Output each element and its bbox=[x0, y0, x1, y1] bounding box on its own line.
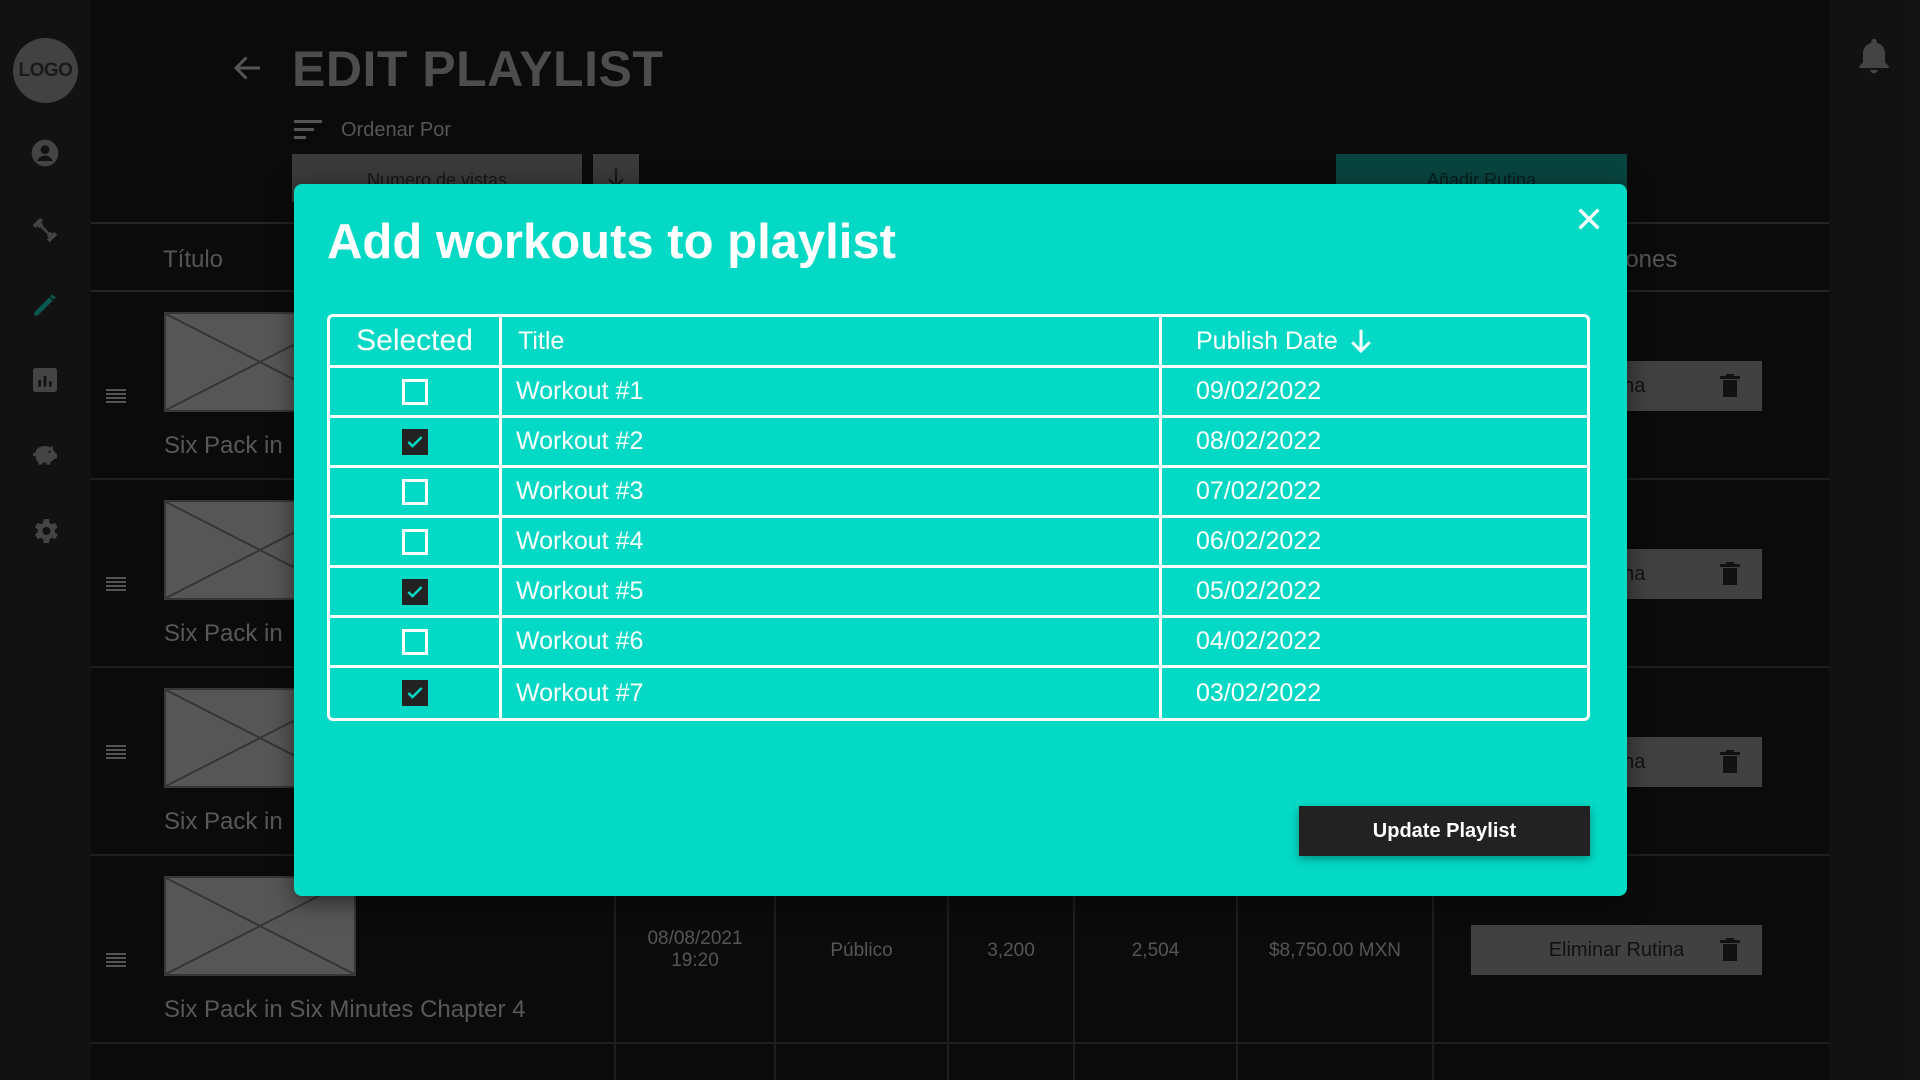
checkbox-checked[interactable] bbox=[401, 680, 428, 706]
column-selected: Selected bbox=[330, 317, 502, 365]
workout-date: 03/02/2022 bbox=[1196, 678, 1322, 707]
checkbox[interactable] bbox=[401, 628, 428, 655]
column-title: Title bbox=[502, 317, 1162, 365]
column-publish-date-label: Publish Date bbox=[1196, 326, 1338, 355]
workout-row[interactable]: Workout #1 09/02/2022 bbox=[330, 368, 1587, 418]
workout-date: 08/02/2022 bbox=[1196, 427, 1322, 455]
check-icon bbox=[406, 687, 423, 699]
close-icon[interactable] bbox=[1573, 203, 1605, 235]
table-header-row: Selected Title Publish Date bbox=[330, 317, 1587, 368]
workout-title: Workout #1 bbox=[502, 368, 1162, 415]
workout-date: 06/02/2022 bbox=[1196, 527, 1322, 555]
checkbox[interactable] bbox=[401, 378, 428, 405]
checkbox-checked[interactable] bbox=[401, 578, 428, 605]
workout-date: 07/02/2022 bbox=[1196, 477, 1322, 505]
workouts-table: Selected Title Publish Date Workout #1 0… bbox=[327, 314, 1590, 721]
column-publish-date[interactable]: Publish Date bbox=[1162, 317, 1587, 365]
workout-title: Workout #5 bbox=[502, 568, 1162, 615]
workout-title: Workout #7 bbox=[502, 668, 1162, 718]
workout-title: Workout #4 bbox=[502, 518, 1162, 565]
workout-row[interactable]: Workout #4 06/02/2022 bbox=[330, 518, 1587, 568]
workout-row[interactable]: Workout #7 03/02/2022 bbox=[330, 668, 1587, 718]
workout-date: 09/02/2022 bbox=[1196, 377, 1322, 405]
workout-row[interactable]: Workout #2 08/02/2022 bbox=[330, 418, 1587, 468]
check-icon bbox=[406, 435, 423, 448]
workout-date: 04/02/2022 bbox=[1196, 627, 1322, 655]
check-icon bbox=[406, 585, 423, 598]
checkbox-checked[interactable] bbox=[401, 428, 428, 455]
workout-title: Workout #6 bbox=[502, 618, 1162, 665]
workout-date: 05/02/2022 bbox=[1196, 577, 1322, 605]
update-playlist-button[interactable]: Update Playlist bbox=[1299, 806, 1590, 856]
checkbox[interactable] bbox=[401, 478, 428, 505]
workout-row[interactable]: Workout #5 05/02/2022 bbox=[330, 568, 1587, 618]
modal-title: Add workouts to playlist bbox=[327, 215, 896, 269]
checkbox[interactable] bbox=[401, 528, 428, 555]
workout-title: Workout #3 bbox=[502, 468, 1162, 515]
workout-row[interactable]: Workout #6 04/02/2022 bbox=[330, 618, 1587, 668]
add-workouts-modal: Add workouts to playlist Selected Title … bbox=[294, 184, 1627, 896]
workout-row[interactable]: Workout #3 07/02/2022 bbox=[330, 468, 1587, 518]
workout-title: Workout #2 bbox=[502, 418, 1162, 465]
sort-arrow-down-icon[interactable] bbox=[1346, 326, 1376, 356]
